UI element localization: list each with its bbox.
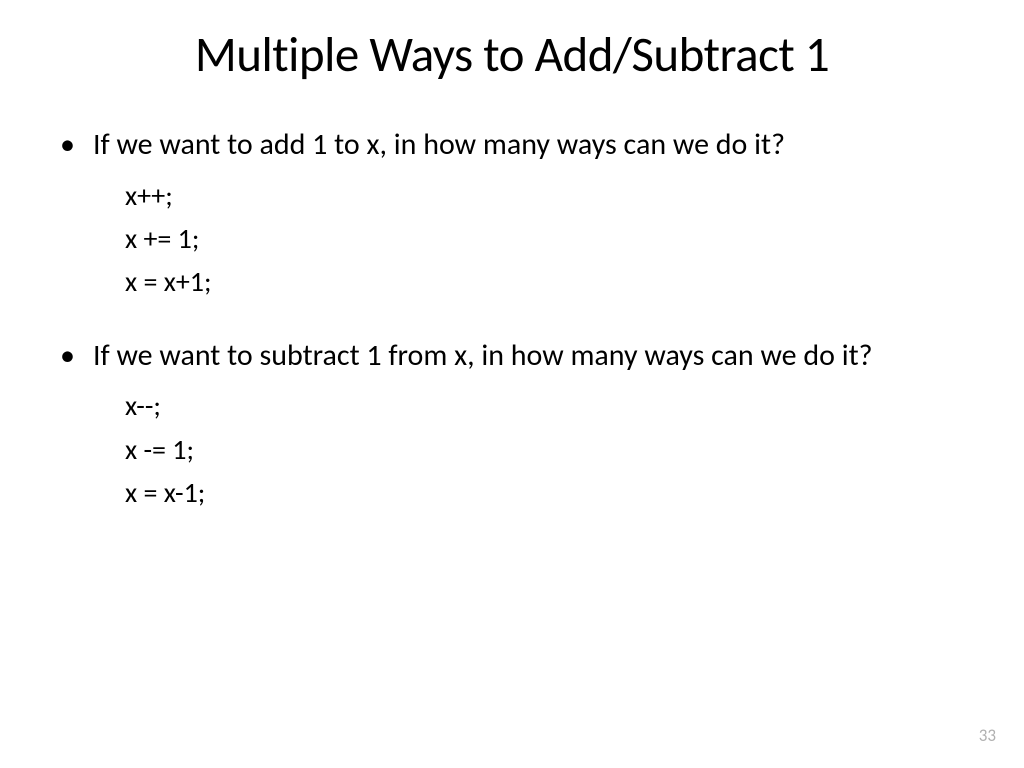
code-line: x = x-1; <box>125 471 974 514</box>
slide-container: Multiple Ways to Add/Subtract 1 • If we … <box>0 0 1024 768</box>
page-number: 33 <box>979 725 996 746</box>
bullet-marker-icon: • <box>60 336 75 377</box>
code-line: x--; <box>125 384 974 427</box>
slide-content: • If we want to add 1 to x, in how many … <box>50 125 974 514</box>
code-line: x = x+1; <box>125 260 974 303</box>
code-line: x++; <box>125 174 974 217</box>
bullet-text: If we want to subtract 1 from x, in how … <box>93 336 873 377</box>
slide-title: Multiple Ways to Add/Subtract 1 <box>50 25 974 85</box>
bullet-item: • If we want to subtract 1 from x, in ho… <box>60 336 974 377</box>
bullet-text: If we want to add 1 to x, in how many wa… <box>93 125 785 166</box>
code-block: x--; x -= 1; x = x-1; <box>125 384 974 514</box>
bullet-marker-icon: • <box>60 125 75 166</box>
code-block: x++; x += 1; x = x+1; <box>125 174 974 304</box>
bullet-item: • If we want to add 1 to x, in how many … <box>60 125 974 166</box>
code-line: x += 1; <box>125 217 974 260</box>
code-line: x -= 1; <box>125 428 974 471</box>
